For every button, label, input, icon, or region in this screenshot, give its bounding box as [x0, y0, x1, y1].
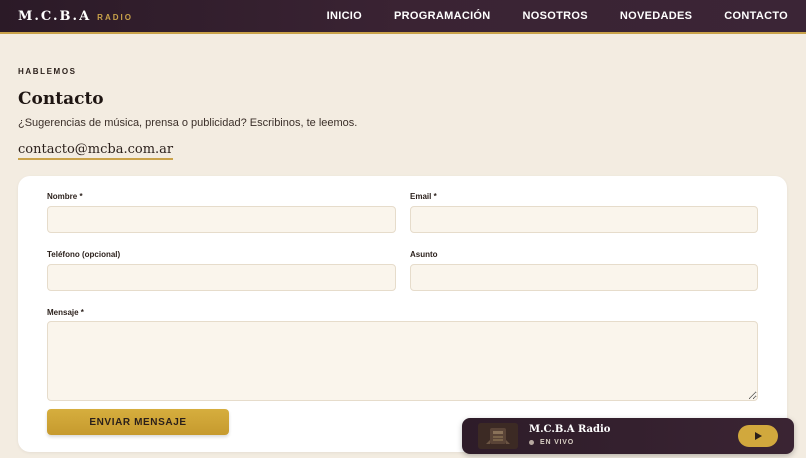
live-dot-icon: [529, 440, 534, 445]
station-artwork: [478, 423, 518, 449]
name-label: Nombre *: [47, 192, 83, 201]
name-input[interactable]: [47, 206, 396, 233]
main-nav: INICIO PROGRAMACIÓN NOSOTROS NOVEDADES C…: [295, 10, 788, 22]
play-icon: [755, 432, 762, 440]
live-status: EN VIVO: [529, 439, 574, 446]
message-textarea[interactable]: [47, 321, 758, 401]
section-eyebrow: HABLEMOS: [18, 67, 77, 76]
contact-email-link[interactable]: contacto@mcba.com.ar: [18, 142, 174, 160]
nav-item-programacion[interactable]: PROGRAMACIÓN: [394, 10, 491, 22]
phone-input[interactable]: [47, 264, 396, 291]
subject-label: Asunto: [410, 250, 438, 259]
brand-name: M.C.B.A: [18, 9, 92, 24]
live-status-label: EN VIVO: [540, 439, 574, 446]
radio-player: M.C.B.A Radio EN VIVO: [462, 418, 794, 454]
message-label: Mensaje *: [47, 308, 84, 317]
subject-input[interactable]: [410, 264, 758, 291]
page-subtitle: ¿Sugerencias de música, prensa o publici…: [18, 117, 358, 129]
nav-item-nosotros[interactable]: NOSOTROS: [523, 10, 588, 22]
submit-button[interactable]: ENVIAR MENSAJE: [47, 409, 229, 435]
site-header: M.C.B.A RADIO INICIO PROGRAMACIÓN NOSOTR…: [0, 0, 806, 34]
nav-item-inicio[interactable]: INICIO: [327, 10, 362, 22]
contact-form: Nombre * Email * Teléfono (opcional) Asu…: [18, 176, 787, 452]
nav-item-contacto[interactable]: CONTACTO: [724, 10, 788, 22]
play-button[interactable]: [738, 425, 778, 447]
email-label: Email *: [410, 192, 437, 201]
brand-subtitle: RADIO: [97, 13, 133, 22]
email-input[interactable]: [410, 206, 758, 233]
brand-logo[interactable]: M.C.B.A RADIO: [18, 9, 133, 24]
player-station-name: M.C.B.A Radio: [529, 424, 611, 435]
nav-item-novedades[interactable]: NOVEDADES: [620, 10, 692, 22]
phone-label: Teléfono (opcional): [47, 250, 121, 259]
page-title: Contacto: [18, 89, 104, 109]
